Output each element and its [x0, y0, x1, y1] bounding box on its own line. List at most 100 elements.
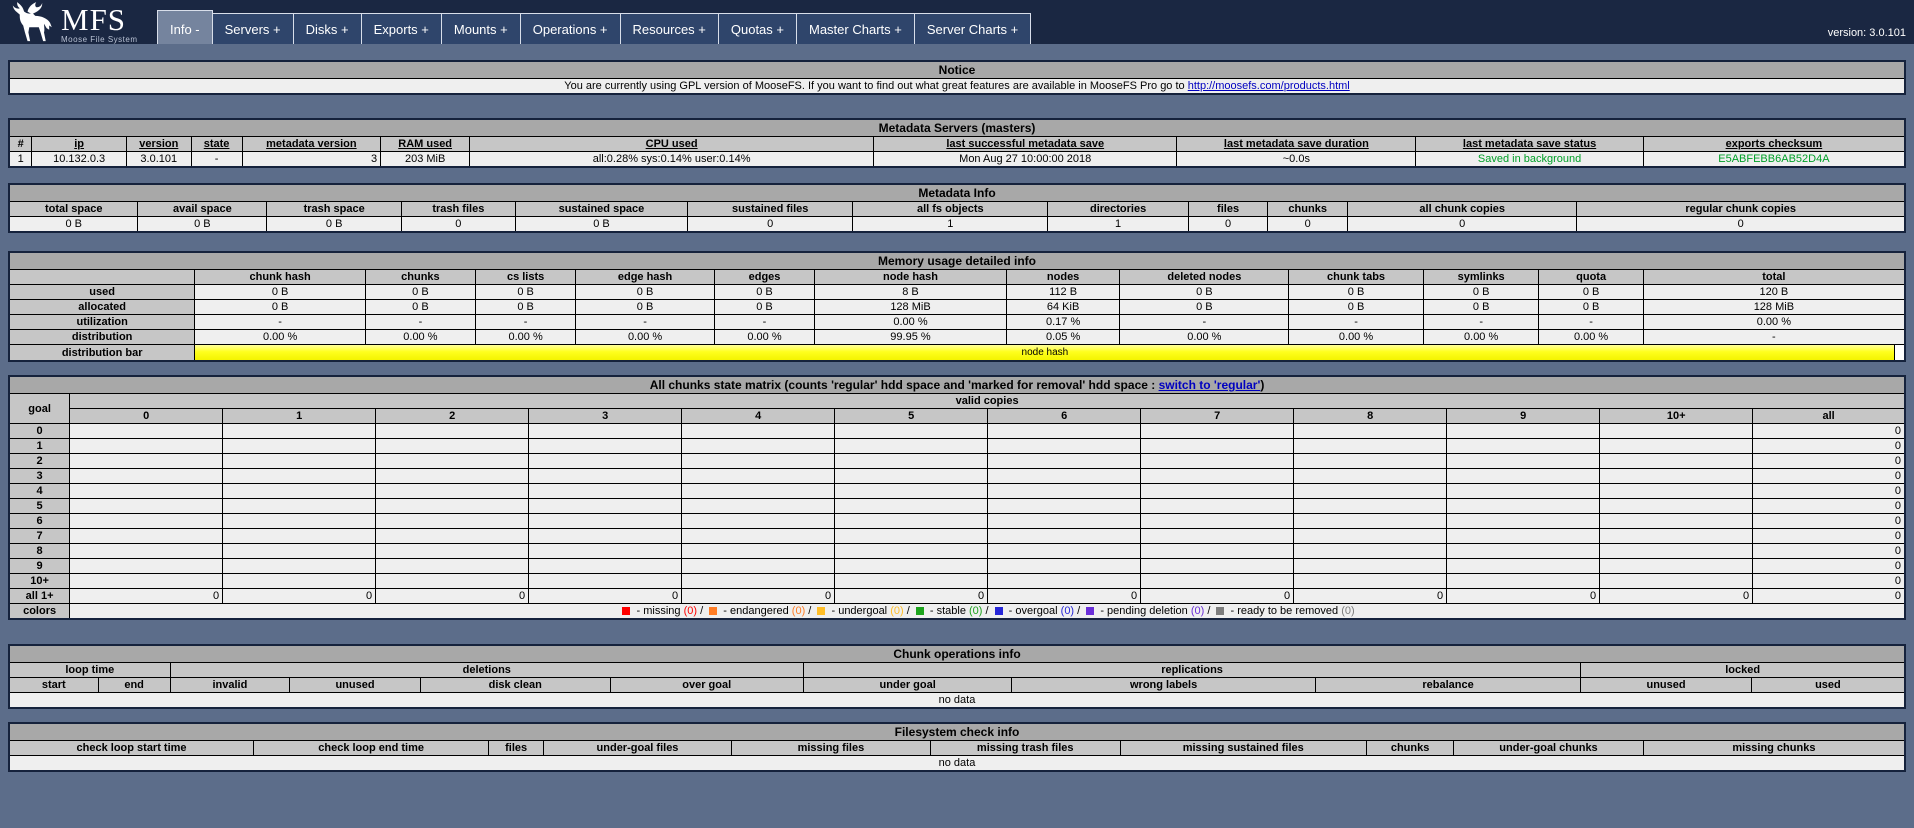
master-ip: 10.132.0.3: [31, 151, 128, 168]
masters-column-header: last successful metadata save: [873, 136, 1178, 152]
tab-resources[interactable]: Resources +: [619, 13, 719, 44]
matrix-cell: [1293, 513, 1448, 529]
matrix-cell: [1293, 438, 1448, 454]
matrix-cell: [1599, 453, 1754, 469]
matrix-title-suffix: ): [1260, 378, 1265, 392]
metadata-info-value: 0 B: [8, 216, 139, 233]
matrix-row: 30: [8, 468, 1906, 484]
matrix-cell: [222, 528, 377, 544]
metadata-info-column-header: regular chunk copies: [1576, 201, 1906, 217]
matrix-colors-row: colors - missing (0) / - endangered (0) …: [8, 603, 1906, 620]
masters-column-header: exports checksum: [1642, 136, 1906, 152]
matrix-goal-label: all 1+: [8, 588, 71, 604]
chunk-ops-group-replications: replications: [802, 662, 1582, 678]
matrix-cell: 0: [222, 588, 377, 604]
fs-check-column-header: under-goal files: [543, 740, 732, 756]
metadata-info-section: Metadata Info total space avail space tras…: [8, 183, 1906, 233]
matrix-cell: [1599, 498, 1754, 514]
chunk-ops-column-header: invalid: [169, 677, 291, 693]
memory-distribution-value: 0.00 %: [364, 329, 476, 345]
matrix-row: all 1+ 0 0 0 0 0 0 0 0 0 0 0 0: [8, 588, 1906, 604]
switch-regular-link[interactable]: switch to 'regular': [1159, 378, 1261, 392]
tab-master-charts[interactable]: Master Charts +: [796, 13, 915, 44]
matrix-cell: [69, 543, 224, 559]
matrix-colors-label: colors: [8, 603, 71, 620]
master-cpu-used: all:0.28% sys:0.14% user:0.14%: [469, 151, 875, 168]
matrix-row: 10: [8, 438, 1906, 454]
chunk-ops-no-data: no data: [8, 692, 1906, 709]
matrix-goal-label: 1: [8, 438, 71, 454]
metadata-info-column-header: avail space: [137, 201, 268, 217]
matrix-cell: [528, 513, 683, 529]
metadata-info-value: 0: [1267, 216, 1348, 233]
matrix-copies-column-header: 3: [528, 408, 683, 424]
matrix-cell: [222, 498, 377, 514]
matrix-cell: [834, 513, 989, 529]
logo-text: MFS Moose File System: [61, 1, 138, 44]
legend-count: (0): [1190, 605, 1205, 617]
matrix-goal-label: 4: [8, 483, 71, 499]
matrix-cell: [1293, 483, 1448, 499]
legend-count: (0): [1060, 605, 1075, 617]
tab-servers[interactable]: Servers +: [211, 13, 294, 44]
matrix-group-header-row: goal valid copies: [8, 393, 1906, 424]
memory-distribution-value: 0.00 %: [474, 329, 577, 345]
tab-server-charts[interactable]: Server Charts +: [913, 13, 1032, 44]
undergoal-color-swatch: [817, 607, 826, 615]
matrix-cell: [528, 543, 683, 559]
matrix-cell: [1446, 513, 1601, 529]
matrix-cell: [69, 513, 224, 529]
masters-column-header: metadata version: [241, 136, 382, 152]
matrix-cell: 0: [69, 588, 224, 604]
matrix-goal-label: 5: [8, 498, 71, 514]
matrix-cell: [1599, 483, 1754, 499]
matrix-cell: [375, 573, 530, 589]
moosefs-products-link[interactable]: http://moosefs.com/products.html: [1188, 80, 1350, 92]
chunk-ops-column-header: end: [97, 677, 171, 693]
matrix-cell: [69, 483, 224, 499]
masters-column-header: ip: [31, 136, 128, 152]
matrix-cell: [222, 573, 377, 589]
metadata-info-value: 0 B: [514, 216, 689, 233]
matrix-cell: [681, 498, 836, 514]
tab-disks[interactable]: Disks +: [292, 13, 362, 44]
memory-utilization-value: 0.00 %: [1642, 314, 1906, 330]
ready-to-be-removed-color-swatch: [1216, 607, 1225, 615]
matrix-cell: [1293, 423, 1448, 439]
matrix-cell: [987, 513, 1142, 529]
matrix-cell: [528, 558, 683, 574]
matrix-body: 0 0 1 0 2 0 3 0 4 0 5 0 6 0 7 0 8 0 9 0 10+ 0 all 1+ 0 0 0 0 0 0 0 0 0 0…: [8, 423, 1906, 604]
matrix-cell: 0: [1140, 588, 1295, 604]
matrix-cell: [1446, 453, 1601, 469]
chunk-ops-column-header: wrong labels: [1011, 677, 1316, 693]
memory-used-value: 0 B: [713, 284, 816, 300]
matrix-cell: [222, 558, 377, 574]
tab-mounts[interactable]: Mounts +: [440, 13, 521, 44]
fs-check-column-header: missing chunks: [1642, 740, 1906, 756]
matrix-cell: [1446, 423, 1601, 439]
logo-subtitle: Moose File System: [61, 35, 138, 44]
matrix-cell: [834, 468, 989, 484]
matrix-copies-column-header: 5: [834, 408, 989, 424]
tab-quotas[interactable]: Quotas +: [717, 13, 797, 44]
matrix-cell: [987, 528, 1142, 544]
matrix-cell: [528, 528, 683, 544]
logo-title: MFS: [61, 2, 127, 37]
tab-info[interactable]: Info -: [157, 10, 213, 44]
matrix-cell: [1446, 483, 1601, 499]
fs-check-title: Filesystem check info: [8, 722, 1906, 741]
matrix-cell: [1293, 543, 1448, 559]
tab-exports[interactable]: Exports +: [360, 13, 442, 44]
metadata-info-column-header: all chunk copies: [1346, 201, 1578, 217]
memory-allocated-value: 0 B: [194, 299, 366, 315]
matrix-cell: [222, 483, 377, 499]
memory-column-header: cs lists: [474, 269, 577, 285]
memory-used-value: 8 B: [814, 284, 1007, 300]
matrix-cell: [834, 528, 989, 544]
tab-operations[interactable]: Operations +: [519, 13, 621, 44]
memory-allocated-value: 0 B: [575, 299, 715, 315]
memory-column-header: chunk tabs: [1288, 269, 1424, 285]
matrix-cell: [1446, 528, 1601, 544]
matrix-cell: [1599, 573, 1754, 589]
matrix-cell: [681, 423, 836, 439]
